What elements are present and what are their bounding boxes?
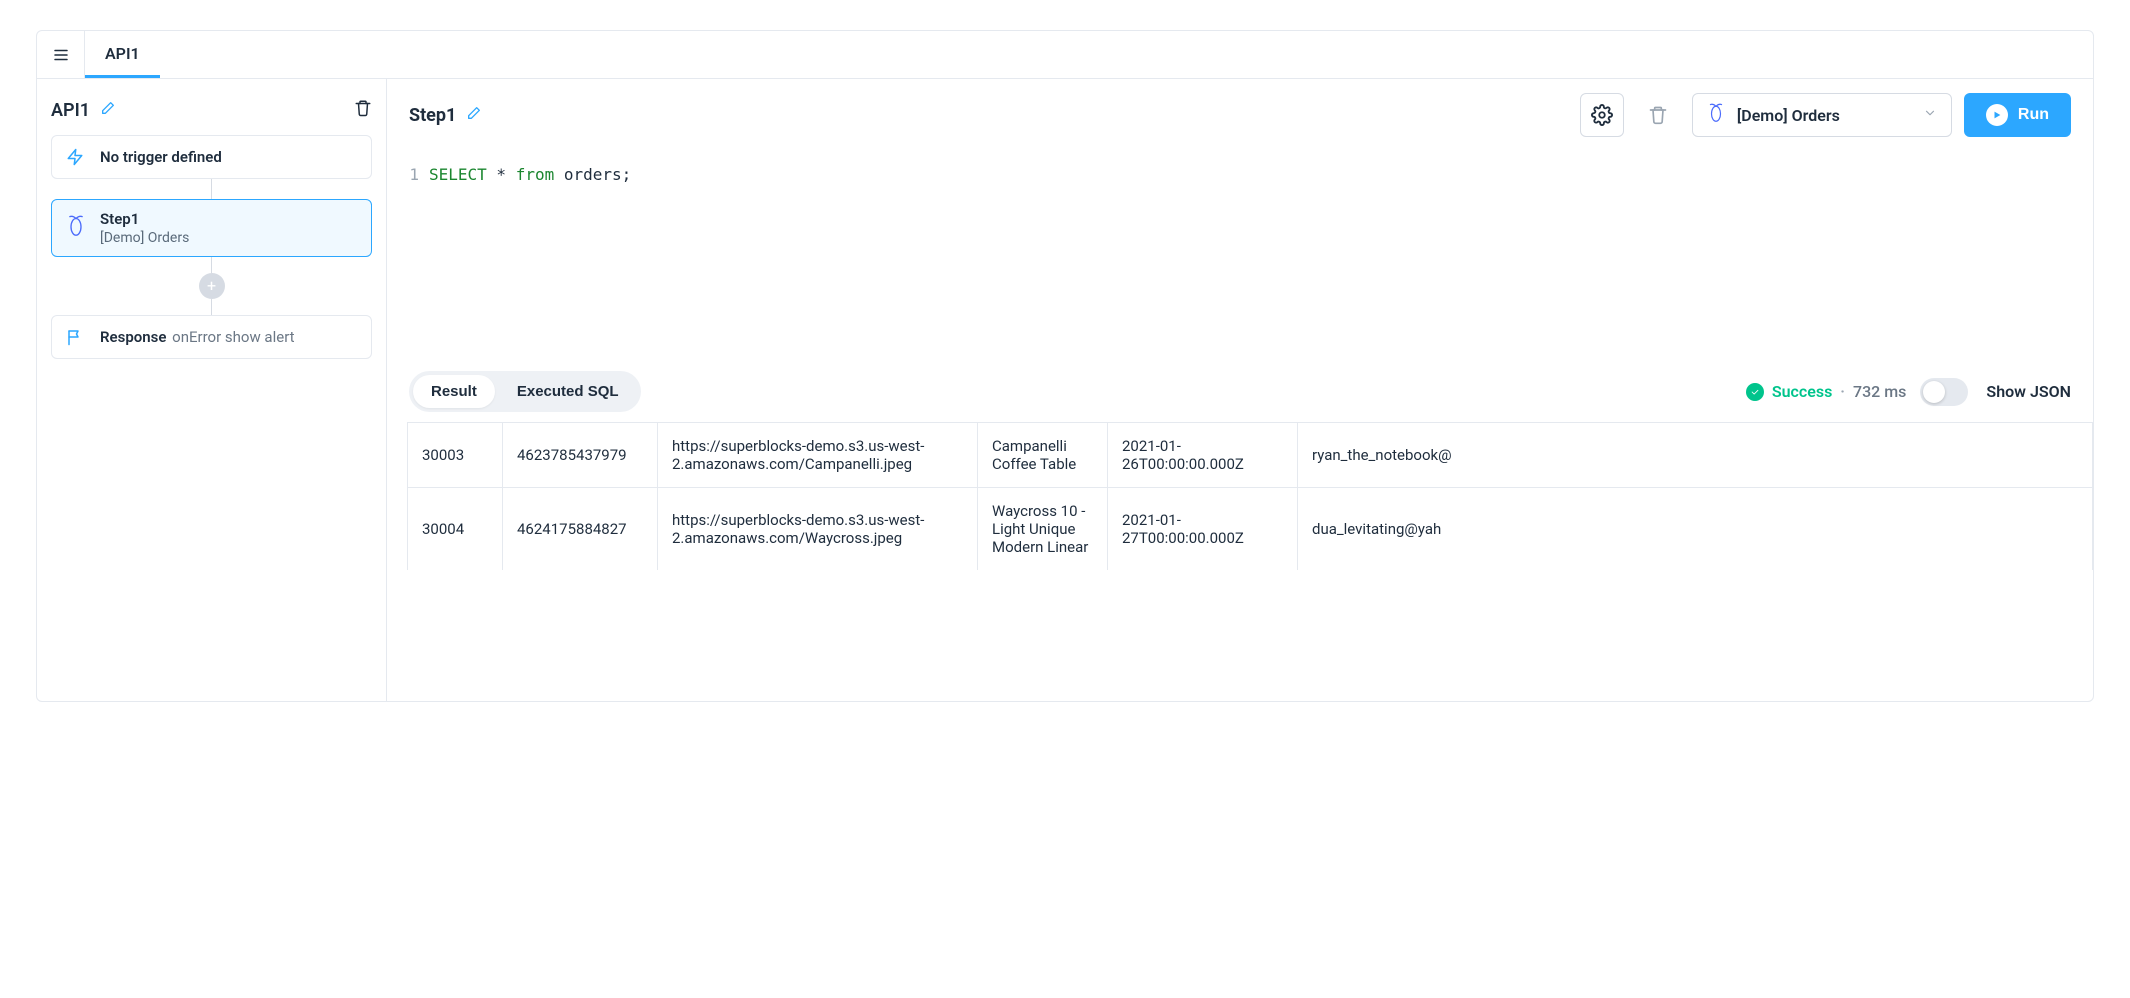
content-header: Step1 [387,79,2093,151]
cell[interactable]: dua_levitating@yah [1298,488,2093,571]
cell[interactable]: 30003 [408,423,503,488]
step-text: Step1 [Demo] Orders [100,210,189,246]
cell[interactable]: ryan_the_notebook@ [1298,423,2093,488]
check-circle-icon [1746,383,1764,401]
cockroach-icon [1707,101,1725,129]
result-bar: Result Executed SQL Success · 732 ms Sho… [387,361,2093,422]
run-button[interactable]: Run [1964,93,2071,137]
pencil-icon[interactable] [100,100,116,121]
cell[interactable]: https://superblocks-demo.s3.us-west-2.am… [658,488,978,571]
result-tabs: Result Executed SQL [409,371,641,412]
cockroach-icon [66,213,86,243]
step-datasource: [Demo] Orders [100,230,189,246]
trash-icon[interactable] [354,99,372,121]
step-title-group: Step1 [409,105,482,126]
connector [211,179,212,199]
response-card[interactable]: Response onError show alert [51,315,372,359]
bolt-icon [66,148,86,166]
topbar: API1 [37,31,2093,79]
tab-api1[interactable]: API1 [85,31,160,78]
cell[interactable]: Waycross 10 - Light Unique Modern Linear [978,488,1108,571]
table-row: 30004 4624175884827 https://superblocks-… [408,488,2093,571]
dot-separator: · [1840,382,1845,401]
table: 30003 4623785437979 https://superblocks-… [407,422,2093,570]
play-icon [1986,104,2008,126]
show-json-label: Show JSON [1986,382,2071,401]
hamburger-menu[interactable] [37,31,85,78]
line-number: 1 [409,165,429,321]
connector [211,299,212,315]
trash-icon[interactable] [1636,93,1680,137]
toolbar-right: [Demo] Orders Run [1580,93,2071,137]
cell[interactable]: 2021-01-26T00:00:00.000Z [1108,423,1298,488]
code-line: SELECT * from orders; [429,165,631,321]
code-text: * [487,165,516,184]
step-card[interactable]: Step1 [Demo] Orders [51,199,372,257]
table-row: 30003 4623785437979 https://superblocks-… [408,423,2093,488]
connector [211,257,212,273]
app-frame: API1 API1 No trigger defi [36,30,2094,702]
tab-executed-sql[interactable]: Executed SQL [499,375,637,408]
cell[interactable]: Campanelli Coffee Table [978,423,1108,488]
editor-step-name: Step1 [409,105,456,126]
trigger-label: No trigger defined [100,148,222,166]
tab-result[interactable]: Result [413,375,495,408]
flag-icon [66,328,86,346]
code-editor[interactable]: 1 SELECT * from orders; [387,151,2093,361]
status-badge: Success · 732 ms [1746,382,1907,401]
result-table: 30003 4623785437979 https://superblocks-… [387,422,2093,701]
trigger-card[interactable]: No trigger defined [51,135,372,179]
cell[interactable]: 4624175884827 [503,488,658,571]
datasource-select[interactable]: [Demo] Orders [1692,93,1952,137]
content: Step1 [387,79,2093,701]
chevron-down-icon [1923,106,1937,124]
sidebar-header: API1 [51,93,372,135]
datasource-name: [Demo] Orders [1737,106,1840,125]
cell[interactable]: 4623785437979 [503,423,658,488]
response-config: onError show alert [172,328,294,346]
keyword: from [516,165,555,184]
pencil-icon[interactable] [466,105,482,125]
keyword: SELECT [429,165,487,184]
cell[interactable]: 30004 [408,488,503,571]
step-title: Step1 [100,210,189,228]
status-label: Success [1772,382,1832,401]
tab-label: API1 [105,44,140,63]
gear-icon[interactable] [1580,93,1624,137]
sidebar: API1 No trigger defined [37,79,387,701]
add-step-button[interactable]: + [199,273,225,299]
response-label: Response onError show alert [100,328,295,346]
cell[interactable]: https://superblocks-demo.s3.us-west-2.am… [658,423,978,488]
main: API1 No trigger defined [37,79,2093,701]
add-step-wrap: + [51,273,372,299]
cell[interactable]: 2021-01-27T00:00:00.000Z [1108,488,1298,571]
status-latency: 732 ms [1853,382,1906,401]
response-label-text: Response [100,328,166,346]
run-label: Run [2018,106,2049,124]
code-text: orders; [554,165,631,184]
show-json-toggle[interactable] [1920,378,1968,406]
api-title: API1 [51,100,116,121]
api-name: API1 [51,100,90,121]
